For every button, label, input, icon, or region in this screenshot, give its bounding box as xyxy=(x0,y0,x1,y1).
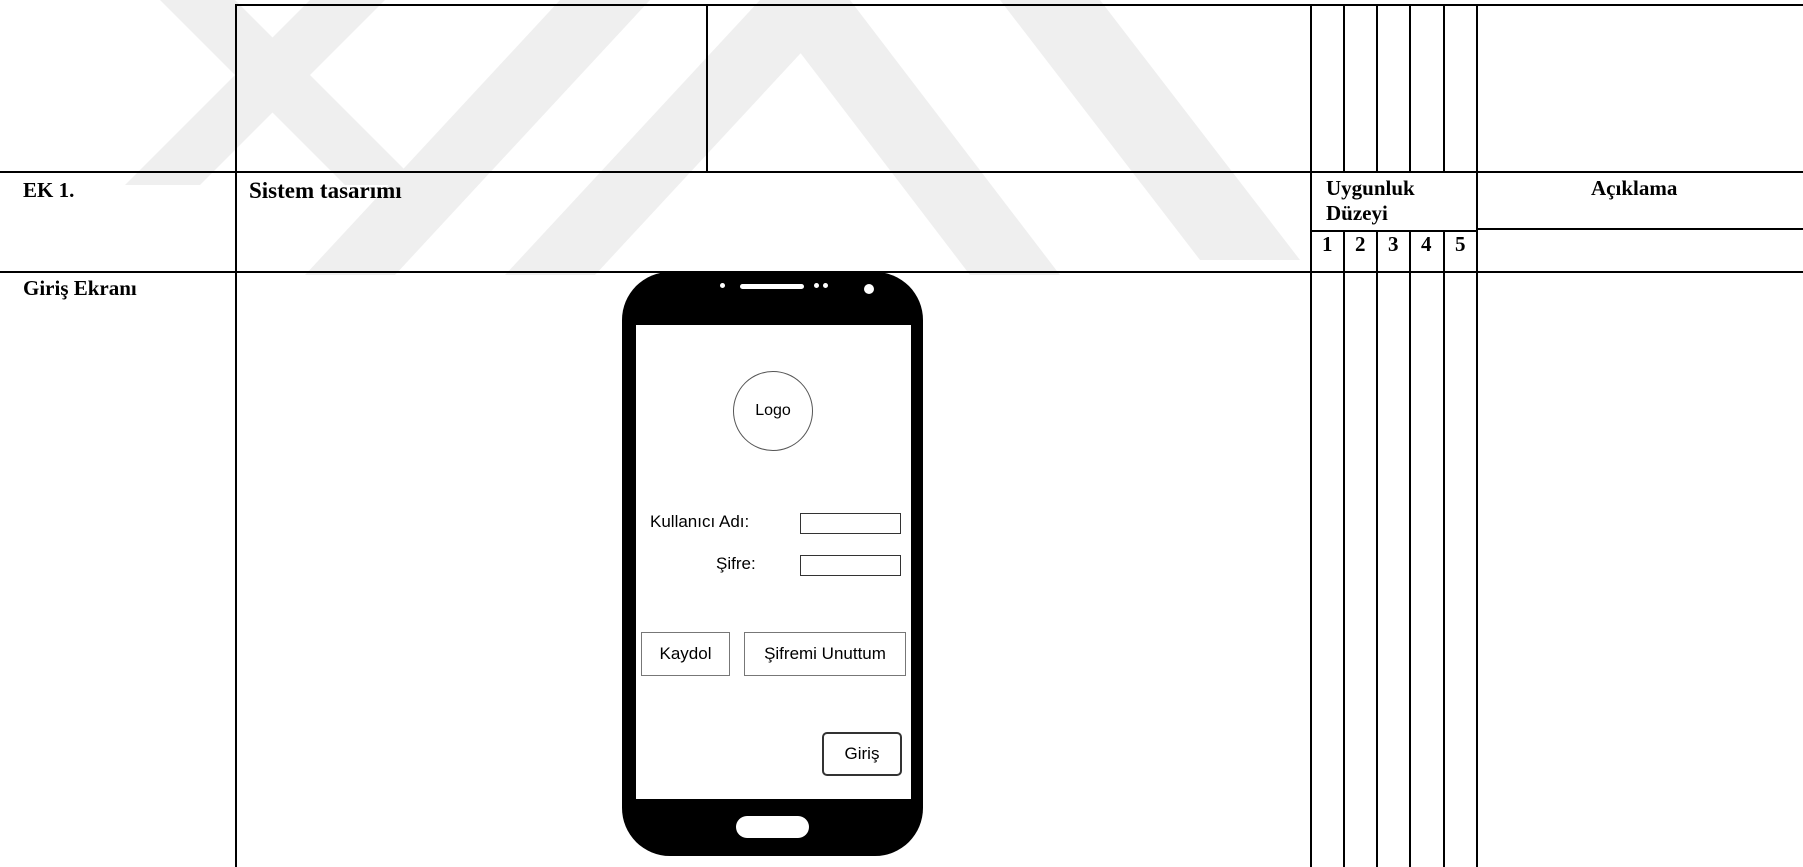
level-2: 2 xyxy=(1355,232,1366,256)
password-input[interactable] xyxy=(800,555,901,576)
duzeyi-label: Düzeyi xyxy=(1326,201,1388,225)
login-button[interactable]: Giriş xyxy=(822,732,902,776)
logo-circle: Logo xyxy=(733,371,813,451)
level-1: 1 xyxy=(1322,232,1333,256)
phone-sensor-dot xyxy=(823,283,828,288)
phone-sensor-dot xyxy=(814,283,819,288)
level-5: 5 xyxy=(1455,232,1466,256)
level-4: 4 xyxy=(1421,232,1432,256)
aciklama-label: Açıklama xyxy=(1591,176,1678,200)
level-3: 3 xyxy=(1388,232,1399,256)
uygunluk-label: Uygunluk xyxy=(1326,176,1415,200)
system-title: Sistem tasarımı xyxy=(249,178,402,203)
phone-speaker xyxy=(740,284,804,289)
phone-sensor-dot xyxy=(720,283,725,288)
phone-home-button[interactable] xyxy=(736,816,809,838)
row-label-giris-ekrani: Giriş Ekranı xyxy=(23,276,137,300)
forgot-password-button[interactable]: Şifremi Unuttum xyxy=(744,632,906,676)
username-label: Kullanıcı Adı: xyxy=(650,512,750,531)
ek-label: EK 1. xyxy=(23,178,75,202)
password-label: Şifre: xyxy=(716,554,756,573)
register-button[interactable]: Kaydol xyxy=(641,632,730,676)
phone-camera-icon xyxy=(864,284,874,294)
username-input[interactable] xyxy=(800,513,901,534)
